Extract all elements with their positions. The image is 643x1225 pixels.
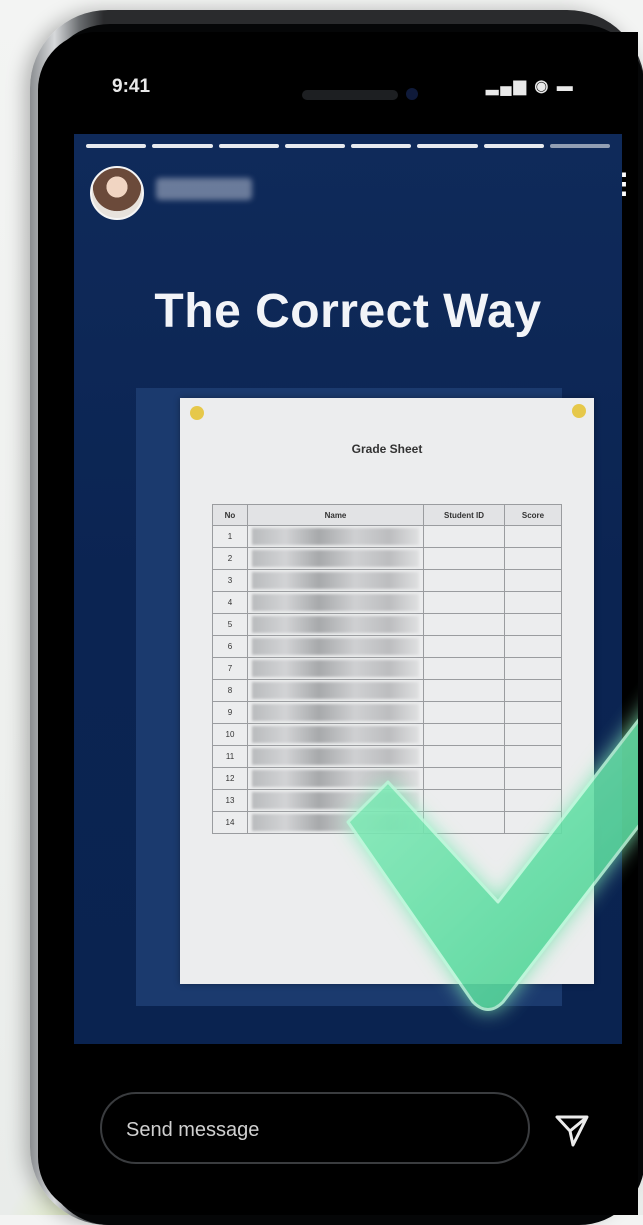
checkmark-icon <box>328 672 638 1072</box>
table-row: 6 <box>212 635 562 658</box>
table-row: 4 <box>212 591 562 614</box>
progress-segment <box>86 144 147 148</box>
row-name-blurred <box>247 547 424 570</box>
row-student-id <box>423 591 505 614</box>
sheet-title: Grade Sheet <box>351 442 423 456</box>
phone-screen: 9:41 ▂▄▆ ◉ ▬ username ⋮ The Correct Way … <box>38 32 638 1215</box>
row-number: 14 <box>212 811 248 834</box>
status-icons: ▂▄▆ ◉ ▬ <box>486 78 575 95</box>
row-number: 2 <box>212 547 248 570</box>
row-number: 5 <box>212 613 248 636</box>
row-score <box>504 547 562 570</box>
row-number: 12 <box>212 767 248 790</box>
row-student-id <box>423 569 505 592</box>
story-progress <box>86 144 610 148</box>
column-header-score: Score <box>504 504 562 526</box>
table-row: 2 <box>212 547 562 570</box>
row-score <box>504 591 562 614</box>
row-number: 6 <box>212 635 248 658</box>
row-student-id <box>423 635 505 658</box>
row-number: 8 <box>212 679 248 702</box>
row-name-blurred <box>247 591 424 614</box>
pin-icon <box>572 404 586 418</box>
row-number: 13 <box>212 789 248 812</box>
table-row: 5 <box>212 613 562 636</box>
progress-segment <box>152 144 213 148</box>
row-number: 4 <box>212 591 248 614</box>
row-name-blurred <box>247 569 424 592</box>
username-label[interactable]: username <box>156 178 252 200</box>
row-number: 1 <box>212 525 248 548</box>
progress-segment <box>549 144 610 148</box>
send-message-input[interactable] <box>124 1116 508 1144</box>
speaker-grille <box>302 90 398 100</box>
row-name-blurred <box>247 525 424 548</box>
progress-segment <box>218 144 279 148</box>
status-bar: 9:41 ▂▄▆ ◉ ▬ <box>38 32 638 132</box>
column-header-name: Name <box>247 504 424 526</box>
more-options-icon[interactable]: ⋮ <box>610 170 638 198</box>
message-composer[interactable] <box>100 1092 530 1164</box>
table-header-row: No Name Student ID Score <box>212 504 562 526</box>
row-score <box>504 525 562 548</box>
row-score <box>504 635 562 658</box>
row-number: 9 <box>212 701 248 724</box>
avatar[interactable] <box>90 166 144 220</box>
progress-segment <box>351 144 412 148</box>
send-icon[interactable] <box>554 1112 590 1154</box>
front-camera <box>406 88 418 100</box>
checkmark-graphic <box>346 718 638 1011</box>
progress-segment <box>417 144 478 148</box>
column-header-student-id: Student ID <box>423 504 505 526</box>
table-row: 1 <box>212 525 562 548</box>
column-header-no: No <box>212 504 248 526</box>
row-number: 7 <box>212 657 248 680</box>
row-score <box>504 613 562 636</box>
progress-segment <box>483 144 544 148</box>
row-score <box>504 569 562 592</box>
row-name-blurred <box>247 635 424 658</box>
table-row: 3 <box>212 569 562 592</box>
status-time: 9:41 <box>112 76 151 97</box>
row-number: 10 <box>212 723 248 746</box>
row-name-blurred <box>247 613 424 636</box>
story-title: The Correct Way <box>154 285 542 338</box>
row-number: 11 <box>212 745 248 768</box>
row-number: 3 <box>212 569 248 592</box>
row-student-id <box>423 613 505 636</box>
pin-icon <box>190 406 204 420</box>
progress-segment <box>284 144 345 148</box>
row-student-id <box>423 525 505 548</box>
row-student-id <box>423 547 505 570</box>
